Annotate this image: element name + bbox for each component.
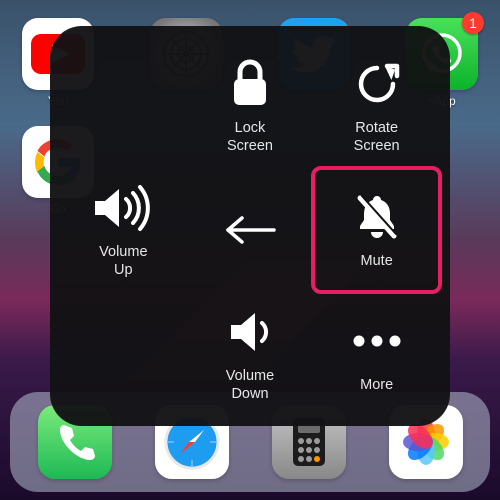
lock-icon xyxy=(230,59,270,109)
phone-icon xyxy=(54,421,96,463)
lock-screen-label: Lock Screen xyxy=(227,119,273,155)
volume-down-label: Volume Down xyxy=(226,367,274,403)
volume-up-icon xyxy=(91,185,155,231)
more-icon xyxy=(349,333,405,349)
back-button[interactable] xyxy=(187,168,314,292)
more-button[interactable]: More xyxy=(313,292,440,416)
rotate-icon xyxy=(353,60,401,108)
rotate-screen-label: Rotate Screen xyxy=(354,119,400,155)
volume-down-button[interactable]: Volume Down xyxy=(187,292,314,416)
arrow-left-icon xyxy=(222,215,278,245)
bell-slash-icon xyxy=(354,192,400,242)
rotate-screen-button[interactable]: Rotate Screen xyxy=(313,44,440,168)
lock-screen-button[interactable]: Lock Screen xyxy=(187,44,314,168)
mute-label: Mute xyxy=(361,252,393,270)
more-label: More xyxy=(360,376,393,394)
mute-button[interactable]: Mute xyxy=(313,168,440,292)
volume-up-button[interactable]: Volume Up xyxy=(60,168,187,292)
volume-up-label: Volume Up xyxy=(99,243,147,279)
volume-down-icon xyxy=(225,310,275,354)
whatsapp-badge: 1 xyxy=(462,12,484,34)
assistive-touch-menu: Lock Screen Rotate Screen Volume Up xyxy=(50,26,450,426)
